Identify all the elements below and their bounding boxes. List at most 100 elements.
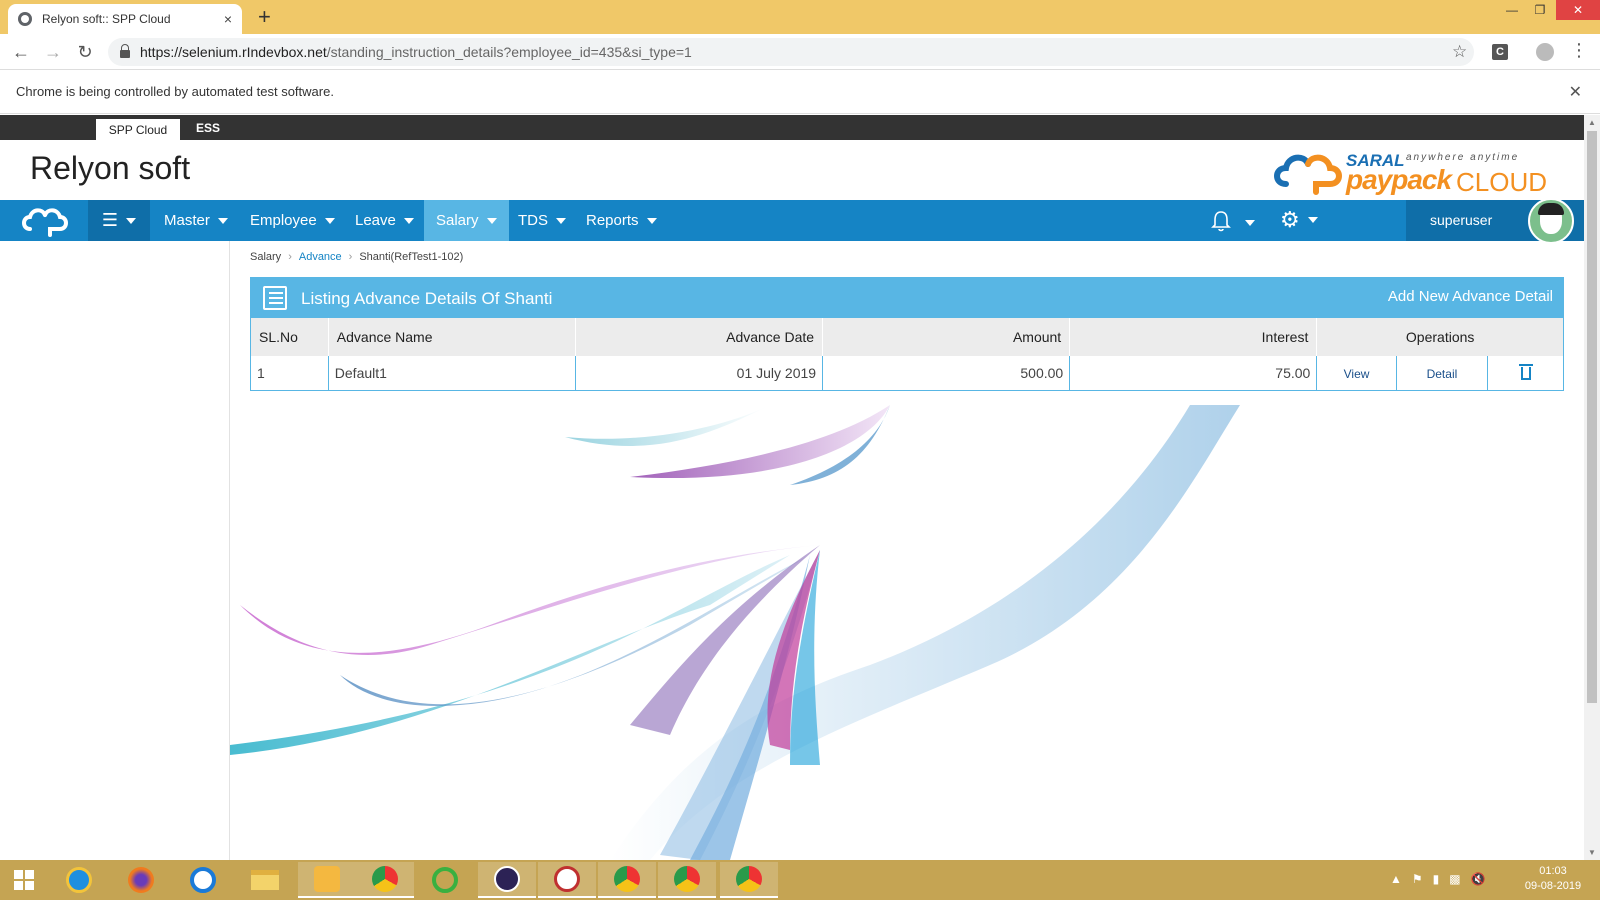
table-row: 1 Default1 01 July 2019 500.00 75.00 Vie…: [251, 356, 1563, 390]
page-content: SPP Cloud ESS Relyon soft SARAL anywhere…: [0, 115, 1584, 860]
spider-app-icon[interactable]: [538, 862, 596, 898]
back-arrow-icon[interactable]: ←: [10, 42, 32, 63]
chevron-down-icon: [403, 217, 414, 224]
cell-interest: 75.00: [1069, 356, 1318, 390]
chevron-down-icon: [126, 217, 137, 224]
browser-tab[interactable]: Relyon soft:: SPP Cloud ×: [8, 4, 242, 34]
taskbar-clock[interactable]: 01:03 09-08-2019: [1518, 864, 1588, 894]
advance-table: SL.No Advance Name Advance Date Amount I…: [251, 318, 1563, 390]
user-menu[interactable]: superuser: [1406, 198, 1584, 244]
nav-master[interactable]: Master: [152, 200, 240, 241]
chevron-down-icon: [324, 217, 335, 224]
infobar-close-icon[interactable]: ✕: [1569, 82, 1582, 102]
file-explorer-icon[interactable]: [236, 862, 294, 898]
saral-paypack-logo[interactable]: SARAL anywhere anytime paypack CLOUD: [1272, 146, 1564, 197]
table-header-row: SL.No Advance Name Advance Date Amount I…: [251, 318, 1563, 356]
breadcrumb-salary[interactable]: Salary: [250, 251, 281, 263]
nav-master-label: Master: [164, 212, 210, 229]
trash-icon[interactable]: [1518, 363, 1533, 380]
nav-employee[interactable]: Employee: [238, 200, 347, 241]
add-new-advance-link[interactable]: Add New Advance Detail: [1388, 288, 1553, 305]
avatar[interactable]: [1528, 198, 1574, 244]
system-tray[interactable]: ▲ ⚑ ▮ ▩ 🔇: [1390, 872, 1486, 886]
company-name: Relyon soft: [30, 150, 191, 186]
hamburger-icon: ☰: [101, 210, 119, 230]
sync-app-icon[interactable]: [416, 862, 474, 898]
scrollbar-thumb[interactable]: [1587, 131, 1597, 703]
cell-amount: 500.00: [822, 356, 1071, 390]
profile-avatar-icon[interactable]: [1536, 43, 1554, 61]
chevron-right-icon: ›: [288, 251, 292, 263]
nav-tds[interactable]: TDS: [506, 200, 578, 241]
firefox-icon[interactable]: [112, 862, 170, 898]
list-icon: [263, 286, 287, 310]
main-navbar: ☰ Master Employee Leave Salary TDS Repor…: [0, 198, 1584, 244]
new-tab-button[interactable]: +: [258, 4, 271, 30]
ie-icon[interactable]: [50, 862, 108, 898]
address-bar[interactable]: https://selenium.rIndevbox.net/standing_…: [108, 38, 1474, 66]
forward-arrow-icon[interactable]: →: [42, 42, 64, 63]
col-interest: Interest: [1069, 318, 1318, 356]
gear-icon: ⚙: [1280, 207, 1300, 232]
logo-paypack-text: paypack: [1346, 164, 1452, 195]
tab-spp-cloud[interactable]: SPP Cloud: [96, 119, 180, 140]
chrome-icon[interactable]: [598, 862, 656, 898]
minimize-button[interactable]: —: [1500, 0, 1524, 20]
advance-listing-panel: Listing Advance Details Of Shanti Add Ne…: [250, 277, 1564, 391]
col-advance-date: Advance Date: [575, 318, 824, 356]
scroll-up-icon[interactable]: ▲: [1588, 118, 1596, 127]
page-scrollbar[interactable]: ▲ ▼: [1584, 115, 1600, 860]
notification-bell-button[interactable]: [1210, 210, 1256, 237]
url-path: /standing_instruction_details?employee_i…: [326, 44, 692, 60]
settings-button[interactable]: ⚙: [1280, 207, 1318, 233]
clock-date: 09-08-2019: [1524, 880, 1582, 892]
browser-toolbar: ← → ↻ https://selenium.rIndevbox.net/sta…: [0, 34, 1600, 70]
view-link[interactable]: View: [1344, 367, 1370, 381]
start-button[interactable]: [0, 860, 48, 900]
window-close-button[interactable]: ✕: [1556, 0, 1600, 20]
nav-employee-label: Employee: [250, 212, 317, 229]
outlook-icon[interactable]: [298, 862, 356, 898]
tab-close-icon[interactable]: ×: [224, 11, 232, 27]
chevron-down-icon: [486, 217, 497, 224]
product-switcher: SPP Cloud ESS: [0, 115, 1584, 140]
chrome-menu-icon[interactable]: ⋮: [1570, 40, 1588, 61]
scroll-down-icon[interactable]: ▼: [1588, 848, 1596, 857]
automation-infobar: Chrome is being controlled by automated …: [0, 70, 1600, 114]
chrome-icon[interactable]: [658, 862, 716, 898]
breadcrumb-advance[interactable]: Advance: [299, 251, 342, 263]
detail-link[interactable]: Detail: [1427, 367, 1458, 381]
nav-reports[interactable]: Reports: [574, 200, 669, 241]
hamburger-menu-button[interactable]: ☰: [88, 200, 150, 241]
col-advance-name: Advance Name: [328, 318, 576, 356]
chevron-right-icon: ›: [348, 251, 353, 263]
tab-ess[interactable]: ESS: [196, 119, 220, 137]
nav-salary-label: Salary: [436, 212, 479, 229]
chrome-icon[interactable]: [356, 862, 414, 898]
bell-icon: [1211, 211, 1231, 232]
extension-icon[interactable]: C: [1492, 44, 1508, 60]
paypack-logo-icon: [1274, 154, 1342, 195]
eclipse-icon[interactable]: [478, 862, 536, 898]
globe-icon: [18, 12, 32, 26]
col-operations: Operations: [1405, 329, 1475, 345]
nav-reports-label: Reports: [586, 212, 639, 229]
maximize-button[interactable]: ❐: [1528, 0, 1552, 20]
col-sl-no: SL.No: [251, 318, 329, 356]
nav-salary[interactable]: Salary: [424, 200, 509, 241]
sidebar: [0, 241, 230, 860]
bookmark-star-icon[interactable]: ☆: [1452, 42, 1467, 62]
chrome-icon[interactable]: [720, 862, 778, 898]
app-clock-icon[interactable]: [174, 862, 232, 898]
windows-taskbar: ▲ ⚑ ▮ ▩ 🔇 01:03 09-08-2019: [0, 860, 1600, 900]
nav-leave-label: Leave: [355, 212, 396, 229]
home-logo-icon[interactable]: [0, 200, 88, 241]
avatar-hair: [1538, 203, 1564, 215]
reload-icon[interactable]: ↻: [74, 42, 96, 63]
chevron-down-icon: [556, 217, 566, 224]
panel-header: Listing Advance Details Of Shanti Add Ne…: [251, 278, 1563, 318]
col-amount: Amount: [822, 318, 1071, 356]
nav-leave[interactable]: Leave: [343, 200, 426, 241]
logo-tagline: anywhere anytime: [1406, 152, 1520, 163]
lock-icon: [120, 44, 130, 58]
